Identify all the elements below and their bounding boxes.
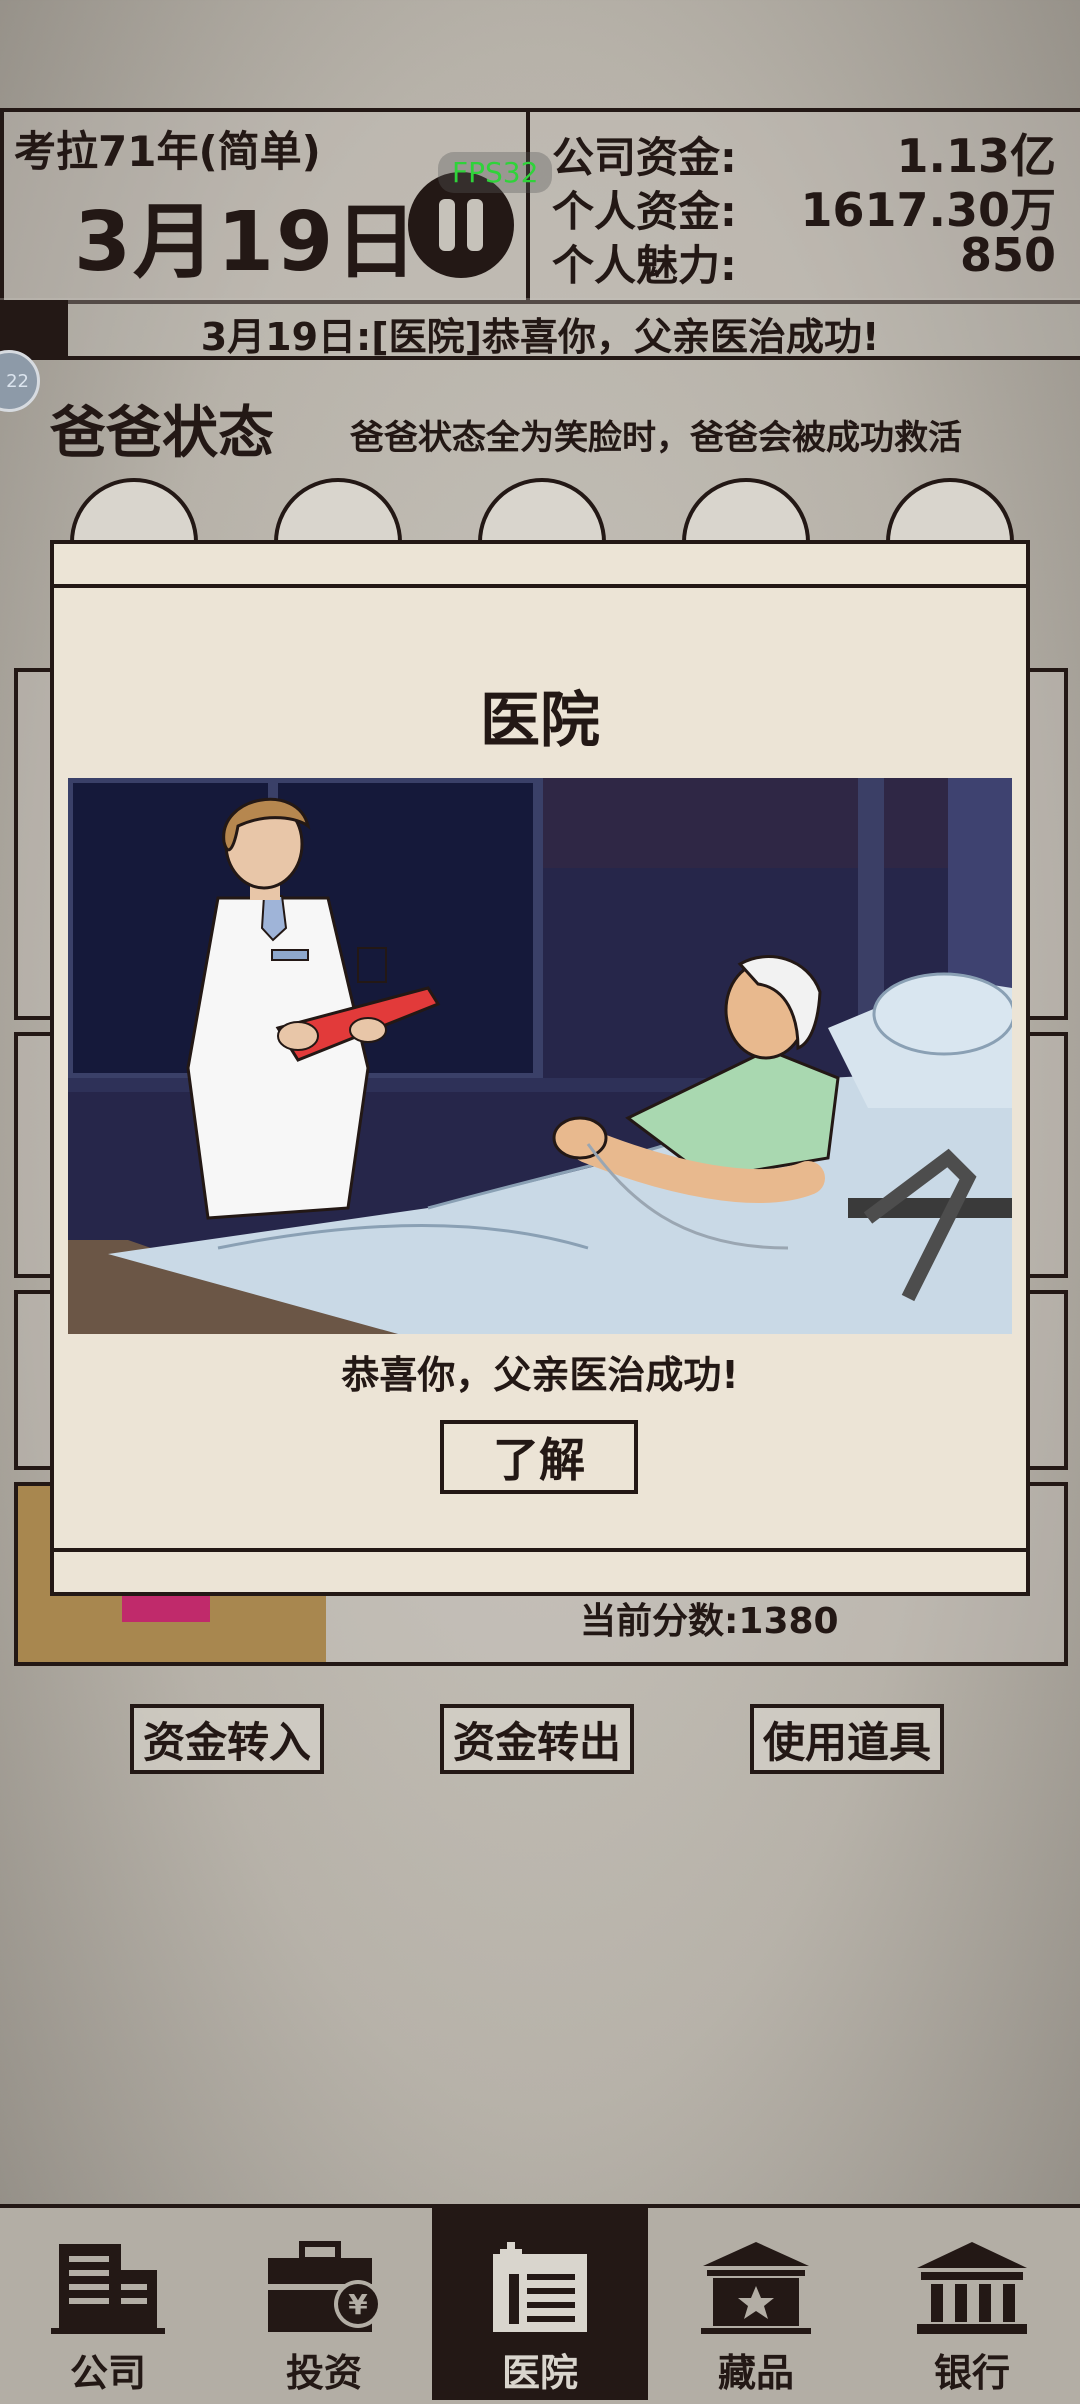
- nav-item-company[interactable]: 公司: [0, 2208, 216, 2400]
- nav-item-invest[interactable]: ¥ 投资: [216, 2208, 432, 2400]
- ticker-text: 3月19日:[医院]恭喜你，父亲医治成功!: [200, 315, 880, 359]
- doctor-patient-illustration: [68, 778, 1012, 1334]
- nav-label-collection: 藏品: [717, 2351, 794, 2395]
- dad-status-hint: 爸爸状态全为笑脸时，爸爸会被成功救活: [350, 418, 962, 458]
- charm-label: 个人魅力:: [552, 241, 737, 290]
- pause-icon: [439, 199, 455, 251]
- current-score: 当前分数:1380: [580, 1601, 839, 1642]
- nav-item-bank[interactable]: 银行: [864, 2208, 1080, 2400]
- dialog-title: 医院: [480, 686, 600, 756]
- hospital-icon: [493, 2242, 587, 2332]
- nav-label-invest: 投资: [285, 2351, 362, 2395]
- nav-label-bank: 银行: [933, 2351, 1010, 2395]
- briefcase-yen-icon: ¥: [268, 2241, 382, 2332]
- use-item-button[interactable]: 使用道具: [750, 1704, 944, 1774]
- bank-icon: [917, 2242, 1027, 2334]
- acknowledge-button[interactable]: 了解: [440, 1420, 638, 1494]
- game-title: 考拉71年(简单): [14, 127, 321, 176]
- nav-item-hospital[interactable]: 医院: [432, 2208, 648, 2400]
- charm-value: 850: [959, 228, 1056, 282]
- dialog-top-rule: [50, 584, 1030, 588]
- score-card-tag: [122, 1596, 210, 1622]
- dialog-message: 恭喜你，父亲医治成功!: [341, 1353, 739, 1397]
- dad-status-title: 爸爸状态: [50, 401, 274, 466]
- company-building-icon: [51, 2244, 165, 2334]
- nav-label-hospital: 医院: [501, 2351, 578, 2395]
- nav-label-company: 公司: [69, 2351, 146, 2395]
- fps-counter: FPS32: [438, 152, 553, 193]
- nav-item-collection[interactable]: 藏品: [648, 2208, 864, 2400]
- personal-funds-label: 个人资金:: [552, 187, 737, 236]
- company-funds-label: 公司资金:: [552, 133, 737, 182]
- funds-transfer-in-button[interactable]: 资金转入: [130, 1704, 324, 1774]
- header-divider: [526, 108, 530, 300]
- dialog-bottom-rule: [50, 1548, 1030, 1552]
- game-date: 3月19日: [74, 195, 420, 290]
- museum-star-icon: [701, 2242, 811, 2334]
- funds-transfer-out-button[interactable]: 资金转出: [440, 1704, 634, 1774]
- svg-text:¥: ¥: [348, 2288, 368, 2321]
